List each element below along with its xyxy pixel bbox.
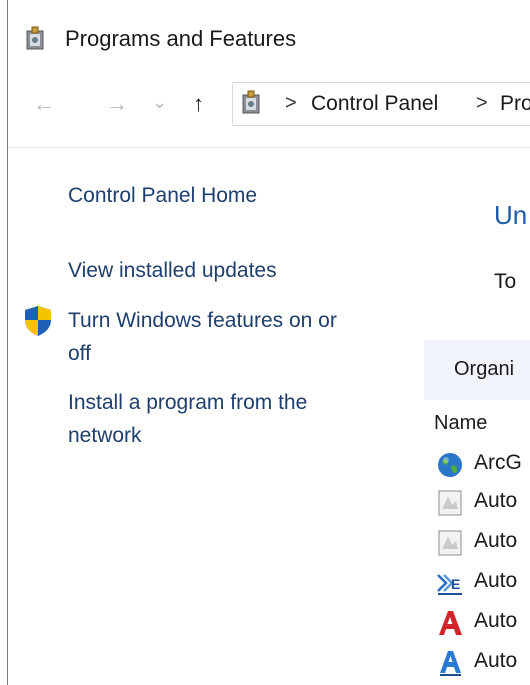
autocad-red-a-icon [439,611,462,635]
generic-installer-icon [438,490,462,516]
list-item[interactable]: Auto [436,486,530,520]
organize-button[interactable]: Organi [454,358,514,381]
breadcrumb-control-panel[interactable]: Control Panel [311,92,438,116]
turn-windows-features-line1: Turn Windows features on or [68,309,337,332]
autodesk-graph-icon: E [437,574,462,595]
breadcrumb-separator: > [285,92,297,114]
install-from-network-link[interactable]: Install a program from the network [68,386,307,452]
program-name: Auto [474,569,518,592]
svg-text:E: E [451,576,460,592]
page-title: Un [494,200,528,230]
autocad-blue-a-icon [440,651,461,676]
program-name: Auto [474,649,518,672]
control-panel-location-icon [242,90,260,114]
arcgis-globe-icon [438,453,462,477]
list-item[interactable]: ArcG [436,448,530,482]
divider [8,147,530,148]
turn-windows-features-link[interactable]: Turn Windows features on or off [68,304,337,370]
control-panel-home-link[interactable]: Control Panel Home [68,179,257,212]
program-name: Auto [474,609,518,632]
list-item[interactable]: Auto [436,646,530,680]
breadcrumb-separator: > [476,92,488,114]
breadcrumb-programs[interactable]: Pro [500,92,530,116]
name-column-header[interactable]: Name [434,412,487,435]
list-item[interactable]: E Auto [436,566,530,600]
program-name: Auto [474,529,518,552]
program-name: ArcG [474,451,522,474]
up-button[interactable]: ↑ [193,90,204,118]
list-item[interactable]: Auto [436,606,530,640]
install-from-network-line1: Install a program from the [68,391,308,414]
turn-windows-features-line2: off [68,342,91,365]
view-installed-updates-link[interactable]: View installed updates [68,254,277,287]
programs-features-icon [26,26,44,50]
uac-shield-icon [25,306,51,336]
page-subtitle: To [494,270,517,293]
recent-locations-button[interactable]: ⌄ [152,88,167,116]
forward-button[interactable]: → [106,90,128,118]
program-name: Auto [474,489,518,512]
install-from-network-line2: network [68,424,142,447]
generic-installer-icon [438,530,462,556]
back-button[interactable]: ← [33,90,55,118]
window-title: Programs and Features [65,26,297,51]
list-item[interactable]: Auto [436,526,530,560]
